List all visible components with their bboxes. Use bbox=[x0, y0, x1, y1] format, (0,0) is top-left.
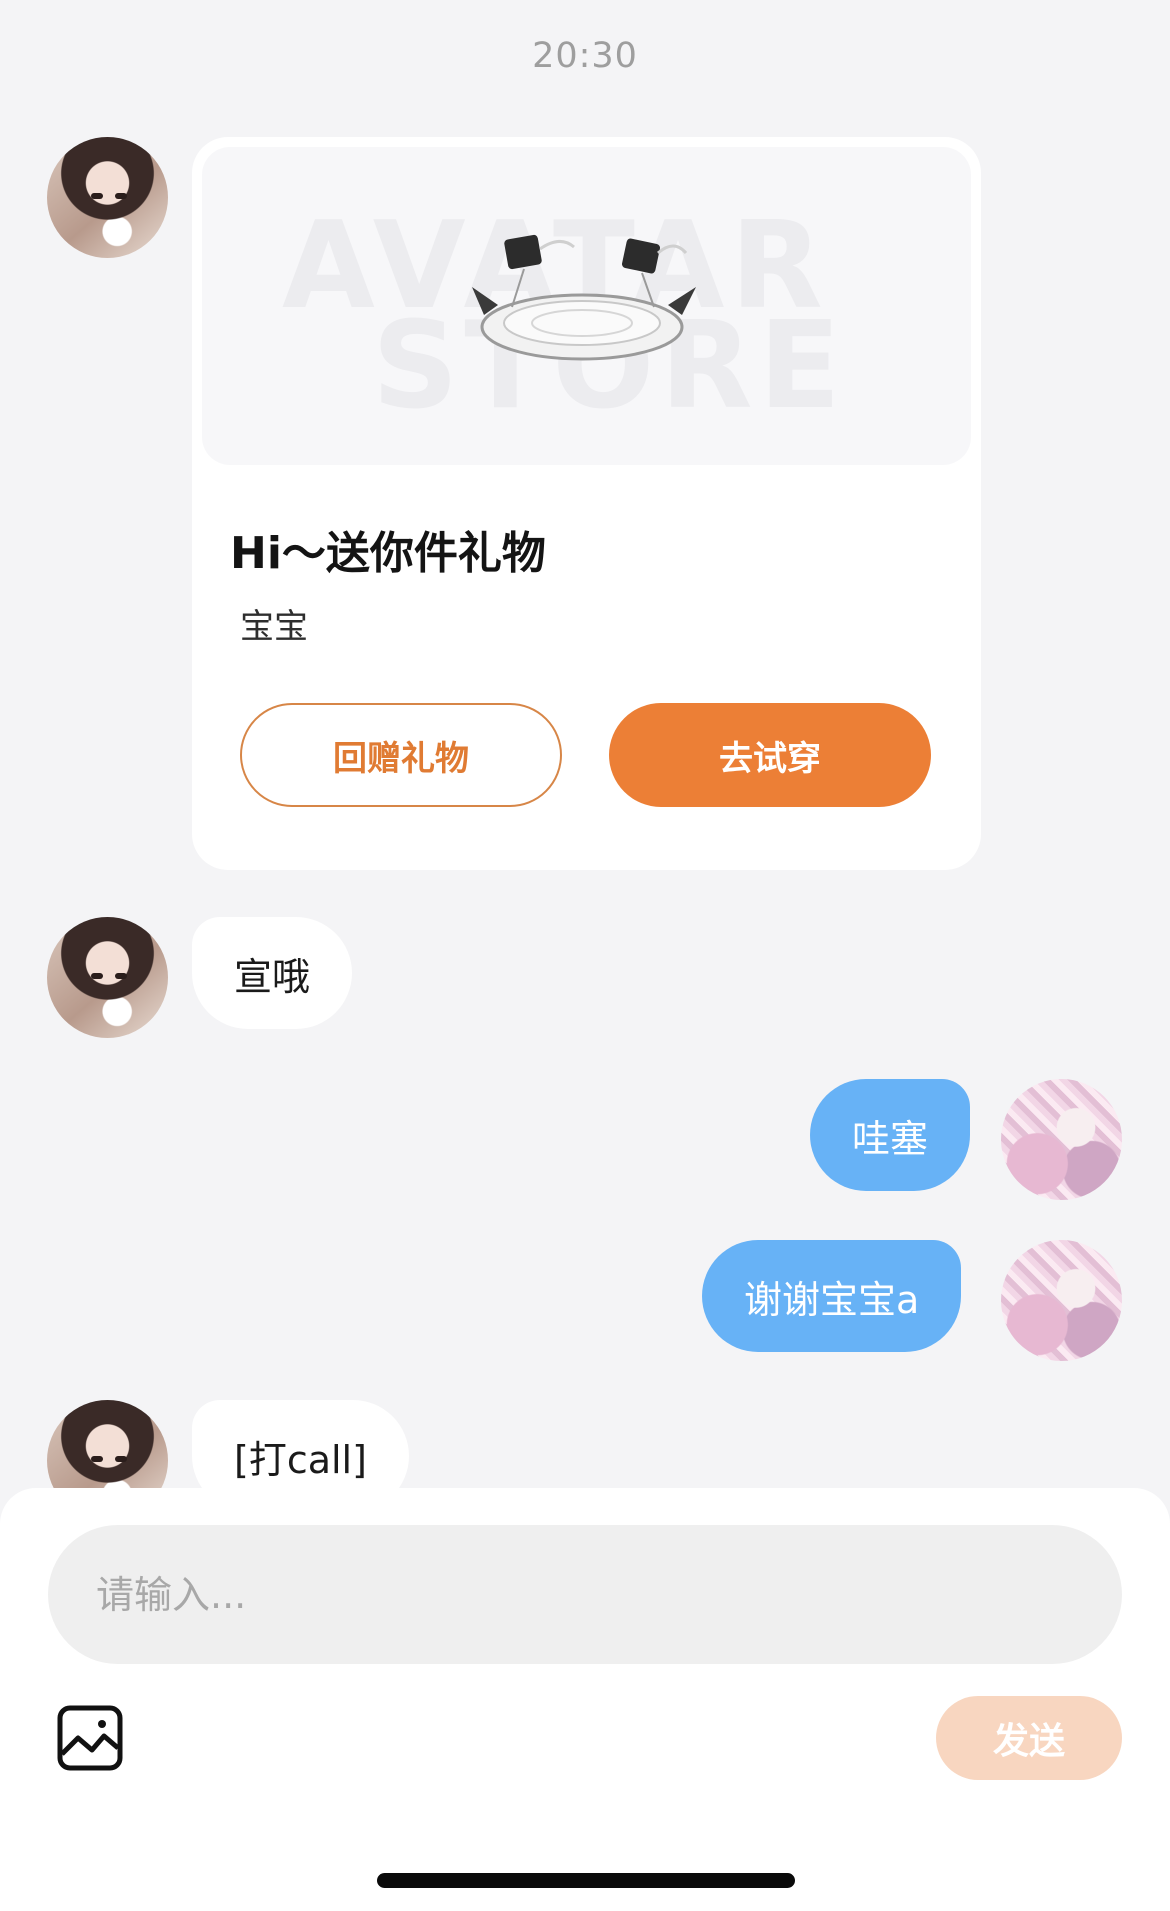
gift-card: AVATAR STORE Hi～送你件礼物 宝宝 回赠礼物 去试穿 bbox=[192, 137, 981, 870]
message-input[interactable] bbox=[48, 1525, 1122, 1664]
message-timestamp: 20:30 bbox=[532, 36, 638, 76]
crown-gift-icon bbox=[472, 234, 696, 361]
outgoing-message-bubble[interactable]: 哇塞 bbox=[810, 1079, 971, 1191]
try-on-button[interactable]: 去试穿 bbox=[609, 703, 931, 807]
home-indicator[interactable] bbox=[377, 1873, 795, 1888]
send-button[interactable]: 发送 bbox=[936, 1696, 1122, 1780]
gift-card-subtitle: 宝宝 bbox=[240, 607, 308, 647]
gift-card-title: Hi～送你件礼物 bbox=[230, 528, 546, 579]
contact-avatar[interactable] bbox=[47, 137, 168, 258]
message-composer: 发送 bbox=[0, 1488, 1170, 1911]
user-avatar[interactable] bbox=[1001, 1079, 1122, 1200]
gift-banner-image: AVATAR STORE bbox=[202, 147, 971, 465]
user-avatar[interactable] bbox=[1001, 1240, 1122, 1361]
contact-avatar[interactable] bbox=[47, 917, 168, 1038]
return-gift-button[interactable]: 回赠礼物 bbox=[240, 703, 562, 807]
outgoing-message-bubble[interactable]: 谢谢宝宝a bbox=[702, 1240, 962, 1352]
image-icon[interactable] bbox=[56, 1704, 124, 1772]
incoming-message-bubble[interactable]: 宣哦 bbox=[192, 917, 353, 1029]
